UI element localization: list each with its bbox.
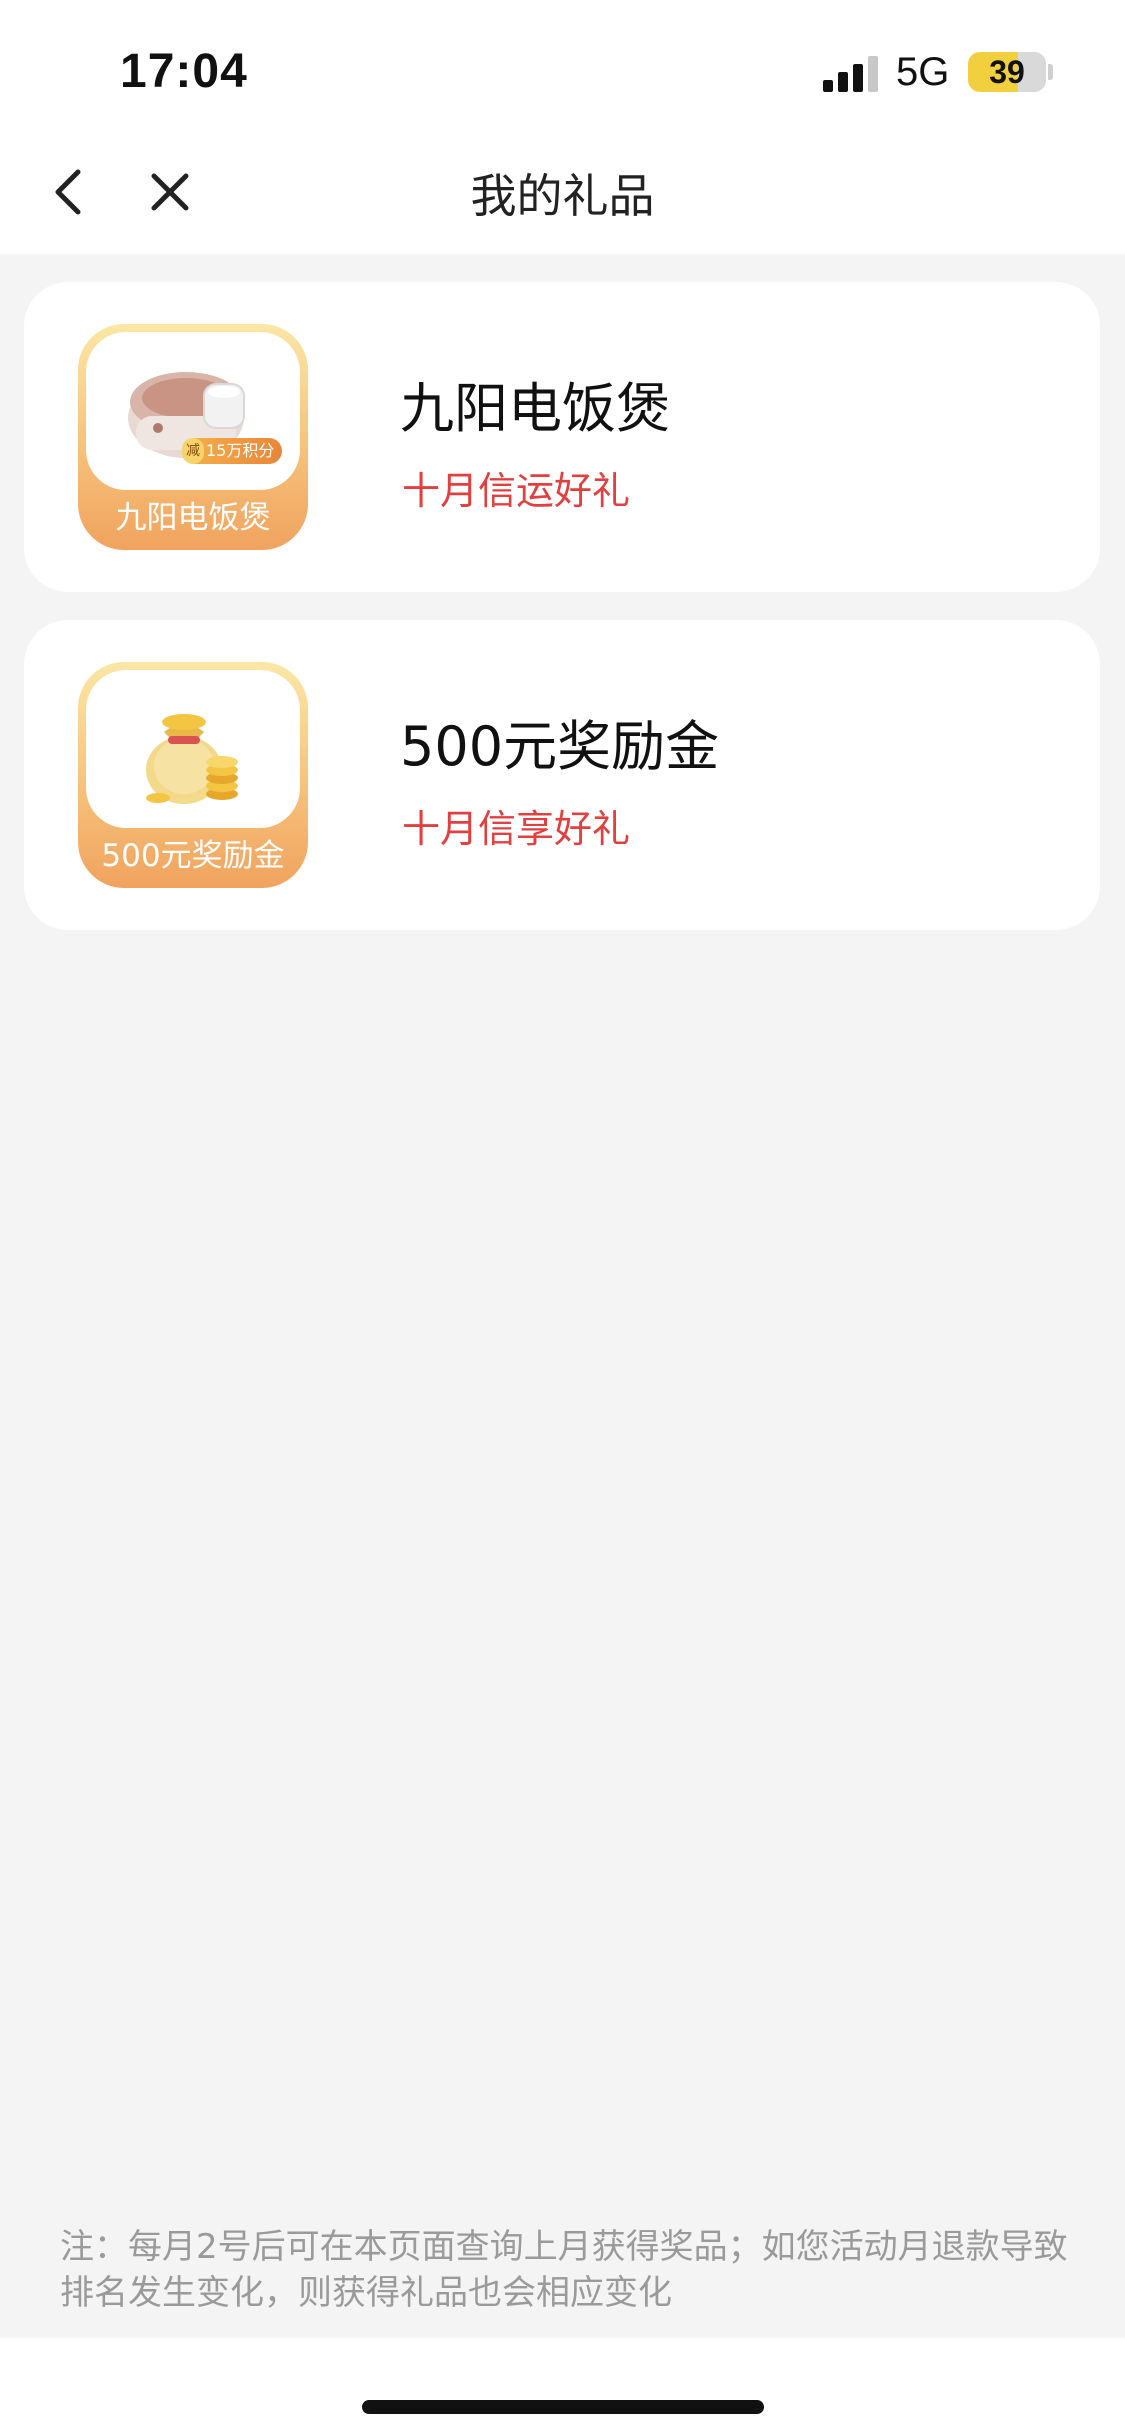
battery-tip	[1048, 64, 1053, 80]
gift-thumbnail: 减 15万积分 九阳电饭煲	[78, 324, 308, 550]
battery-level: 39	[989, 53, 1025, 90]
gift-name: 九阳电饭煲	[400, 377, 670, 440]
gift-card-bonus[interactable]: 500元奖励金 500元奖励金 十月信享好礼	[24, 620, 1100, 930]
battery-icon: 39	[968, 52, 1046, 92]
gift-subtitle: 十月信运好礼	[402, 469, 631, 513]
network-type: 5G	[896, 50, 950, 94]
gift-subtitle: 十月信享好礼	[402, 807, 631, 851]
points-badge: 减 15万积分	[182, 438, 283, 464]
footnote: 注：每月2号后可在本页面查询上月获得奖品；如您活动月退款导致排名发生变化，则获得…	[60, 2227, 1068, 2313]
nav-bar: 我的礼品	[0, 130, 1125, 254]
money-bag-icon	[146, 714, 238, 804]
points-badge-tag: 减	[182, 438, 204, 464]
page-title: 我的礼品	[470, 169, 655, 223]
gift-thumbnail-label: 九阳电饭煲	[115, 500, 271, 536]
status-time: 17:04	[120, 45, 248, 98]
gift-thumbnail-label: 500元奖励金	[101, 838, 285, 874]
gift-name: 500元奖励金	[400, 715, 720, 778]
rice-cooker-icon	[128, 372, 245, 458]
gift-thumbnail: 500元奖励金	[78, 662, 308, 888]
cellular-signal-icon	[823, 56, 879, 92]
home-indicator[interactable]	[362, 2400, 764, 2414]
gift-thumbnail-image: 减 15万积分	[86, 332, 300, 490]
gift-thumbnail-image	[86, 670, 300, 828]
bottom-area	[0, 2338, 1125, 2435]
points-badge-text: 15万积分	[206, 441, 275, 460]
gift-card-rice-cooker[interactable]: 减 15万积分 九阳电饭煲 九阳电饭煲 十月信运好礼	[24, 282, 1100, 592]
status-bar: 17:04 5G 39	[0, 0, 1125, 130]
